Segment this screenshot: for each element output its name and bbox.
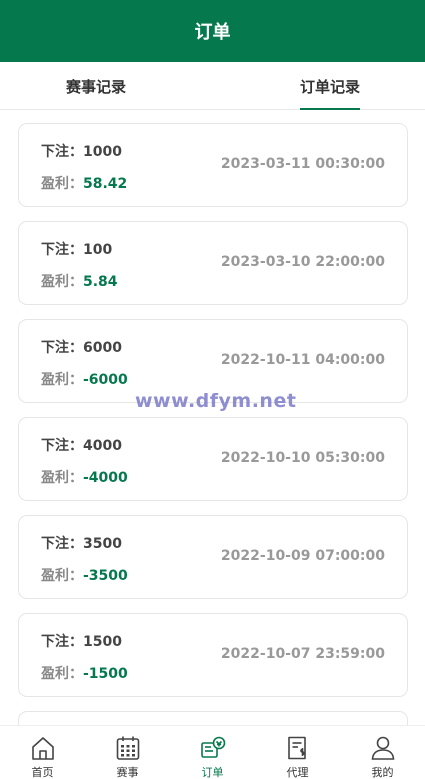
order-list[interactable]: 下注：1000 盈利：58.42 2023-03-11 00:30:00 下注：… [0,110,425,725]
nav-label: 订单 [201,766,224,779]
order-time: 2023-03-11 00:30:00 [220,156,385,172]
agent-icon [287,736,306,760]
nav-agent[interactable]: 代理 [255,726,340,779]
bet-line: 下注：1500 [41,634,122,650]
bet-line: 下注：4000 [41,438,122,454]
profit-line: 盈利：-6000 [41,372,128,388]
bet-line: 下注：3500 [41,536,122,552]
nav-matches[interactable]: 赛事 [85,726,170,779]
tab-bar: 赛事记录 订单记录 [0,62,425,111]
top-header: 订单 [0,0,425,62]
nav-orders[interactable]: 订单 [170,726,255,779]
order-time: 2022-10-11 04:00:00 [220,352,385,368]
bet-line: 下注：100 [41,242,113,258]
order-card[interactable]: 下注：1000 盈利：58.42 2023-03-11 00:30:00 [18,123,408,207]
profit-line: 盈利：-3500 [41,568,128,584]
bet-amount: 100 [83,242,113,258]
bet-amount: 1000 [83,144,122,160]
nav-label: 代理 [286,766,309,779]
order-card[interactable]: 下注：100 盈利：5.84 2023-03-10 22:00:00 [18,221,408,305]
watermark: www.dfym.net [135,390,297,412]
profit-line: 盈利：-1500 [41,666,128,682]
tab-order-records[interactable]: 订单记录 [296,62,364,111]
bet-amount: 3500 [83,536,122,552]
nav-label: 我的 [371,766,394,779]
order-time: 2022-10-10 05:30:00 [220,450,385,466]
home-icon [31,737,54,760]
order-icon [200,736,225,758]
profit-amount: 5.84 [83,274,118,290]
profit-line: 盈利：5.84 [41,274,118,290]
bet-line: 下注：1000 [41,144,122,160]
bet-amount: 6000 [83,340,122,356]
tab-match-records[interactable]: 赛事记录 [60,62,132,110]
profit-amount: -3500 [83,568,128,584]
profit-line: 盈利：-4000 [41,470,128,486]
bet-line: 下注：6000 [41,340,122,356]
nav-home[interactable]: 首页 [0,726,85,779]
order-time: 2022-10-09 07:00:00 [220,548,385,564]
nav-label: 赛事 [116,766,139,779]
nav-me[interactable]: 我的 [340,726,425,779]
nav-label: 首页 [31,766,54,779]
profit-amount: -4000 [83,470,128,486]
order-time: 2022-10-07 23:59:00 [220,646,385,662]
order-card[interactable] [18,711,408,725]
user-icon [371,736,394,760]
profit-amount: -1500 [83,666,128,682]
page-title: 订单 [194,22,231,43]
profit-line: 盈利：58.42 [41,176,128,192]
profit-amount: -6000 [83,372,128,388]
order-card[interactable]: 下注：1500 盈利：-1500 2022-10-07 23:59:00 [18,613,408,697]
profit-amount: 58.42 [83,176,128,192]
bottom-nav: 首页 赛事 订单 代理 我的 [0,725,425,779]
order-time: 2023-03-10 22:00:00 [220,254,385,270]
bet-amount: 4000 [83,438,122,454]
calendar-icon [116,736,139,760]
bet-amount: 1500 [83,634,122,650]
order-card[interactable]: 下注：4000 盈利：-4000 2022-10-10 05:30:00 [18,417,408,501]
order-card[interactable]: 下注：3500 盈利：-3500 2022-10-09 07:00:00 [18,515,408,599]
